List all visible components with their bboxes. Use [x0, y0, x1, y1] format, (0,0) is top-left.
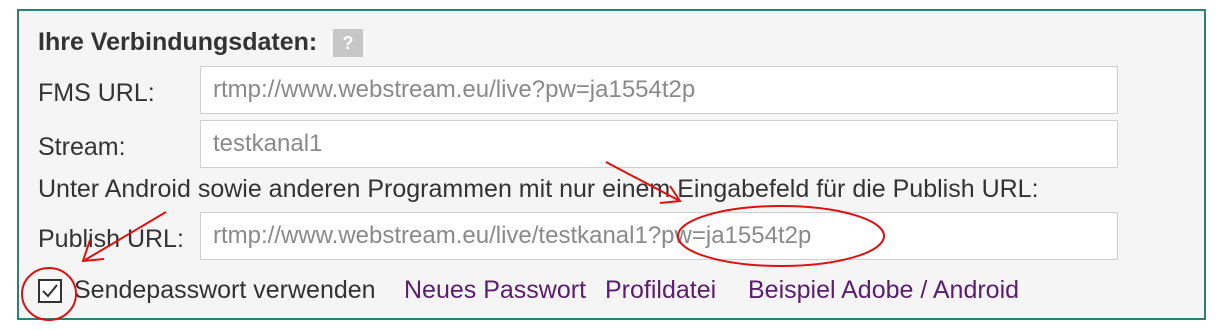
stream-field[interactable]: testkanal1	[200, 120, 1118, 168]
stream-label: Stream:	[38, 133, 126, 161]
example-adobe-android-link[interactable]: Beispiel Adobe / Android	[748, 276, 1019, 305]
send-password-label: Sendepasswort verwenden	[74, 276, 376, 304]
new-password-link[interactable]: Neues Passwort	[404, 276, 586, 305]
checkmark-icon	[42, 284, 58, 298]
publish-url-field[interactable]: rtmp://www.webstream.eu/live/testkanal1?…	[200, 212, 1118, 260]
profile-file-link[interactable]: Profildatei	[605, 276, 716, 305]
help-icon[interactable]: ?	[333, 29, 363, 57]
fms-url-label: FMS URL:	[38, 79, 155, 107]
publish-url-label: Publish URL:	[38, 225, 184, 253]
send-password-checkbox[interactable]	[38, 279, 62, 303]
section-title: Ihre Verbindungsdaten:	[38, 28, 318, 56]
fms-url-field[interactable]: rtmp://www.webstream.eu/live?pw=ja1554t2…	[200, 66, 1118, 114]
android-info-text: Unter Android sowie anderen Programmen m…	[38, 175, 1039, 203]
